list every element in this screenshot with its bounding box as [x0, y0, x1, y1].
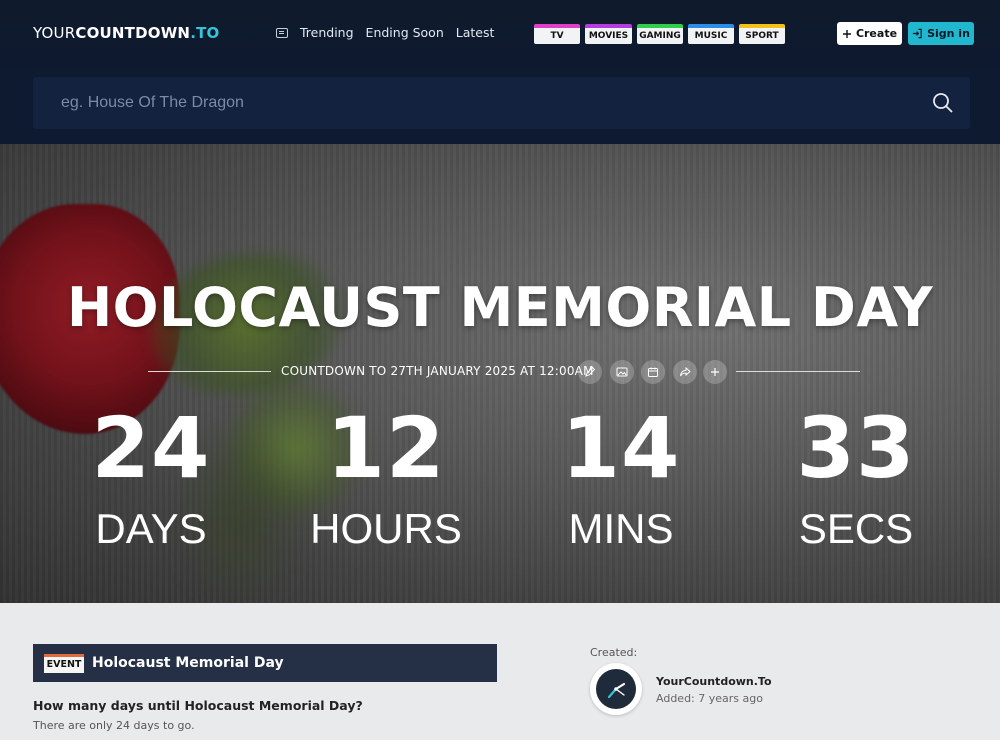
search-input[interactable] — [61, 89, 881, 117]
event-header: EVENT Holocaust Memorial Day — [33, 644, 497, 682]
plus-icon — [842, 29, 851, 38]
site-logo[interactable]: YOURCOUNTDOWN.TO — [33, 24, 219, 42]
sign-in-label: Sign in — [927, 27, 970, 40]
category-tv[interactable]: TV — [534, 24, 580, 44]
logo-text-to: .TO — [190, 24, 220, 42]
countdown-title: HOLOCAUST MEMORIAL DAY — [66, 276, 934, 339]
create-label: Create — [855, 27, 898, 40]
divider-line — [736, 371, 860, 372]
clock-icon — [596, 669, 636, 709]
create-button[interactable]: Create — [837, 22, 902, 45]
add-to-calendar-button[interactable] — [641, 360, 665, 384]
sign-in-button[interactable]: Sign in — [908, 22, 974, 45]
search-band — [0, 66, 1000, 144]
countdown-subtitle-row: COUNTDOWN TO 27TH JANUARY 2025 AT 12:00A… — [148, 360, 860, 384]
divider-line — [148, 371, 271, 372]
news-icon[interactable] — [276, 27, 288, 38]
mins-value: 14 — [561, 399, 681, 497]
hours-value: 12 — [326, 399, 446, 497]
category-music[interactable]: MUSIC — [688, 24, 734, 44]
search-icon[interactable] — [932, 92, 954, 114]
added-info: Added: 7 years ago — [656, 692, 763, 705]
pencil-icon — [585, 366, 596, 377]
event-title: Holocaust Memorial Day — [92, 655, 284, 671]
countdown-date: COUNTDOWN TO 27TH JANUARY 2025 AT 12:00A… — [281, 364, 594, 378]
mins-label: MINS — [568, 505, 674, 552]
share-icon — [680, 366, 691, 377]
secs-label: SECS — [798, 505, 914, 552]
countdown-hours: 12 HOURS — [296, 406, 476, 550]
event-answer: There are only 24 days to go. — [33, 719, 195, 732]
image-icon — [616, 367, 628, 377]
days-value: 24 — [91, 399, 211, 497]
category-tabs: TV MOVIES GAMING MUSIC SPORT — [534, 24, 785, 44]
countdown-mins: 14 MINS — [531, 406, 711, 550]
countdown-hero: HOLOCAUST MEMORIAL DAY COUNTDOWN TO 27TH… — [0, 144, 1000, 603]
countdown-secs: 33 SECS — [766, 406, 946, 550]
logo-text-your: YOUR — [33, 24, 76, 42]
nav-latest[interactable]: Latest — [456, 25, 495, 40]
category-gaming[interactable]: GAMING — [637, 24, 683, 44]
event-question: How many days until Holocaust Memorial D… — [33, 698, 363, 713]
event-badge: EVENT — [44, 653, 84, 673]
main-nav: Trending Ending Soon Latest — [276, 25, 494, 40]
nav-trending[interactable]: Trending — [300, 25, 354, 40]
added-time: 7 years ago — [698, 692, 763, 705]
plus-icon — [711, 368, 719, 376]
hours-label: HOURS — [310, 505, 462, 552]
creator-avatar[interactable] — [590, 663, 642, 715]
sign-in-icon — [912, 28, 922, 39]
search-box — [33, 77, 970, 129]
add-button[interactable] — [703, 360, 727, 384]
nav-ending-soon[interactable]: Ending Soon — [366, 25, 444, 40]
countdown-days: 24 DAYS — [61, 406, 241, 550]
added-prefix: Added: — [656, 692, 695, 705]
creator-name[interactable]: YourCountdown.To — [656, 675, 772, 688]
category-sport[interactable]: SPORT — [739, 24, 785, 44]
share-button[interactable] — [673, 360, 697, 384]
top-header: YOURCOUNTDOWN.TO Trending Ending Soon La… — [0, 0, 1000, 66]
calendar-icon — [648, 367, 658, 377]
logo-text-countdown: COUNTDOWN — [75, 24, 191, 42]
change-image-button[interactable] — [610, 360, 634, 384]
edit-button[interactable] — [578, 360, 602, 384]
secs-value: 33 — [796, 399, 916, 497]
created-label: Created: — [590, 646, 638, 659]
days-label: DAYS — [95, 505, 207, 552]
category-movies[interactable]: MOVIES — [585, 24, 632, 44]
